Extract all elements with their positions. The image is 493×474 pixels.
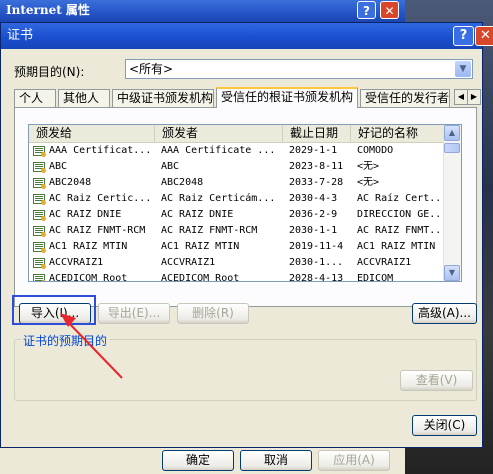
cell-issued-by: AAA Certificate ... [161,145,276,156]
cell-friendly-name: COMODO [357,145,394,156]
certificate-icon [33,162,46,173]
close-button[interactable]: 关闭(C) [412,415,477,436]
table-row[interactable]: ABC ABC 2023-8-11 <无> [29,159,445,175]
column-expiry[interactable]: 截止日期 [283,125,351,142]
table-row[interactable]: AC RAIZ FNMT-RCM AC RAIZ FNMT-RCM 2030-1… [29,223,445,239]
dialog-titlebar: 证书 [1,23,482,49]
certificate-list[interactable]: 颁发给 颁发者 截止日期 好记的名称 AAA Certificat... AAA… [28,124,462,282]
cell-issued-by: ACEDICOM Root [161,273,240,281]
tab-scroll-right-icon[interactable]: ▶ [467,89,481,105]
table-row[interactable]: AC1 RAIZ MTIN AC1 RAIZ MTIN 2019-11-4 AC… [29,239,445,255]
purpose-label: 预期目的(N): [14,65,85,79]
dialog-title: 证书 [7,28,34,43]
purpose-select-value: <所有> [129,62,174,76]
cell-issued-by: ACCVRAIZ1 [161,257,216,268]
table-row[interactable]: ACCVRAIZ1 ACCVRAIZ1 2030-1... ACCVRAIZ1 [29,255,445,271]
help-icon[interactable]: ? [453,26,474,46]
cell-issued-by: AC RAIZ DNIE [161,209,234,220]
cell-expiry: 2036-2-9 [289,209,338,220]
cell-issued-by: ABC [161,161,180,172]
cell-issued-to: ABC2048 [49,177,92,188]
cell-issued-by: AC RAIZ FNMT-RCM [161,225,258,236]
apply-button[interactable]: 应用(A) [318,450,390,471]
cell-friendly-name: AC RAIZ FNMT... [357,225,445,236]
cell-expiry: 2030-1... [289,257,344,268]
cell-friendly-name: AC1 RAIZ MTIN [357,241,436,252]
tab-intermediate-ca[interactable]: 中级证书颁发机构 [112,89,214,107]
list-header: 颁发给 颁发者 截止日期 好记的名称 [29,125,445,143]
table-row[interactable]: AAA Certificat... AAA Certificate ... 20… [29,143,445,159]
tab-trusted-publishers[interactable]: 受信任的发行者 [360,89,450,107]
cell-issued-to: ABC [49,161,68,172]
table-row[interactable]: AC Raiz Certic... AC Raiz Certicám... 20… [29,191,445,207]
certificate-icon [33,178,46,189]
certificate-dialog: 证书 ? ✕ 预期目的(N): <所有> ▼ 个人 其他人 中级证书颁发机构 受… [0,22,493,448]
certificate-icon [33,194,46,205]
column-issued-to[interactable]: 颁发给 [29,125,155,142]
help-icon[interactable]: ? [357,1,376,19]
import-highlight-box [12,295,96,325]
certificate-icon [33,210,46,221]
view-button[interactable]: 查看(V) [400,370,473,391]
tab-panel: 颁发给 颁发者 截止日期 好记的名称 AAA Certificat... AAA… [14,107,477,307]
table-row[interactable]: AC RAIZ DNIE AC RAIZ DNIE 2036-2-9 DIREC… [29,207,445,223]
cell-issued-to: ACCVRAIZ1 [49,257,104,268]
cell-expiry: 2030-4-3 [289,193,338,204]
internet-properties-titlebar: Internet 属性 [0,0,405,22]
cell-issued-to: AC RAIZ DNIE [49,209,122,220]
dropdown-arrow-icon[interactable]: ▼ [455,61,471,77]
cell-issued-to: AAA Certificat... [49,145,152,156]
table-row[interactable]: ACEDICOM Root ACEDICOM Root 2028-4-13 ED… [29,271,445,281]
cell-expiry: 2033-7-28 [289,177,344,188]
internet-properties-title: Internet 属性 [6,3,90,17]
cell-expiry: 2029-1-1 [289,145,338,156]
cell-friendly-name: ACCVRAIZ1 [357,257,412,268]
tab-scroll-left-icon[interactable]: ◀ [454,89,468,105]
advanced-button[interactable]: 高级(A)... [412,303,477,324]
cell-expiry: 2028-4-13 [289,273,344,281]
purposes-group-title: 证书的预期目的 [21,332,110,349]
cell-friendly-name: <无> [357,177,380,188]
cell-expiry: 2030-1-1 [289,225,338,236]
tab-trusted-root-ca[interactable]: 受信任的根证书颁发机构 [216,87,358,108]
column-friendly-name[interactable]: 好记的名称 [351,125,445,142]
cell-issued-by: ABC2048 [161,177,204,188]
list-scrollbar[interactable]: ▲ ▼ [443,125,461,281]
purpose-select[interactable]: <所有> ▼ [125,59,473,79]
certificate-icon [33,226,46,237]
remove-button[interactable]: 删除(R) [177,303,249,324]
certificate-icon [33,146,46,157]
table-row[interactable]: ABC2048 ABC2048 2033-7-28 <无> [29,175,445,191]
close-icon[interactable]: ✕ [380,1,399,19]
cell-friendly-name: AC Raíz Cert... [357,193,445,204]
cell-expiry: 2019-11-4 [289,241,344,252]
close-icon[interactable]: ✕ [475,26,493,46]
cell-issued-to: AC Raiz Certic... [49,193,152,204]
cell-issued-to: AC RAIZ FNMT-RCM [49,225,146,236]
scroll-up-icon[interactable]: ▲ [444,125,460,141]
certificate-icon [33,274,46,281]
export-button[interactable]: 导出(E)... [98,303,170,324]
tab-other-people[interactable]: 其他人 [58,89,110,107]
certificate-icon [33,242,46,253]
column-issued-by[interactable]: 颁发者 [155,125,283,142]
cell-expiry: 2023-8-11 [289,161,344,172]
cell-issued-by: AC Raiz Certicám... [161,193,276,204]
cell-friendly-name: EDICOM [357,273,394,281]
scrollbar-thumb[interactable] [444,143,460,153]
cell-friendly-name: <无> [357,161,380,172]
scroll-down-icon[interactable]: ▼ [444,265,460,281]
tab-personal[interactable]: 个人 [14,89,56,107]
cancel-button[interactable]: 取消 [240,450,312,471]
ok-button[interactable]: 确定 [162,450,234,471]
cell-issued-by: AC1 RAIZ MTIN [161,241,240,252]
cell-issued-to: ACEDICOM Root [49,273,128,281]
certificate-icon [33,258,46,269]
cell-friendly-name: DIRECCION GE... [357,209,445,220]
cell-issued-to: AC1 RAIZ MTIN [49,241,128,252]
